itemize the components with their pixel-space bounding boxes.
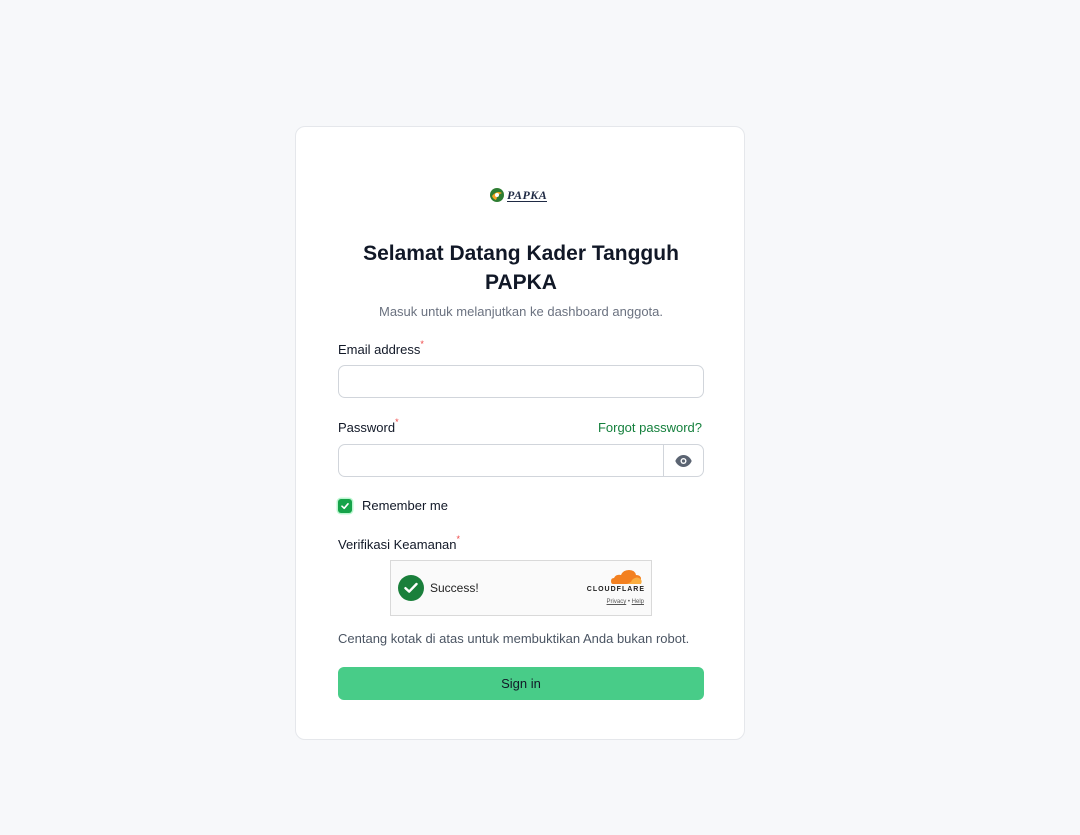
link-separator: • <box>627 599 630 605</box>
turnstile-widget[interactable]: Success! CLOUDFLARE Privacy • Help <box>390 560 652 616</box>
login-card: PAPKA Selamat Datang Kader Tangguh PAPKA… <box>295 126 745 740</box>
email-label-text: Email address <box>338 342 421 357</box>
captcha-links: Privacy • Help <box>607 599 644 605</box>
password-field-wrapper <box>338 444 704 477</box>
success-check-icon <box>398 575 424 601</box>
email-field[interactable] <box>339 366 703 397</box>
remember-me-row: Remember me <box>338 498 448 513</box>
required-mark: * <box>395 417 399 427</box>
required-mark: * <box>456 534 461 544</box>
brand-logo: PAPKA <box>489 187 548 203</box>
password-field[interactable] <box>339 445 663 476</box>
required-mark: * <box>420 339 424 349</box>
sign-in-button[interactable]: Sign in <box>338 667 704 700</box>
page-subtitle: Masuk untuk melanjutkan ke dashboard ang… <box>378 304 664 319</box>
page-title: Selamat Datang Kader Tangguh PAPKA <box>363 242 679 294</box>
checkmark-icon <box>341 502 349 509</box>
eye-icon <box>675 454 692 467</box>
verification-label: Verifikasi Keamanan* <box>338 534 461 552</box>
email-field-wrapper <box>338 365 704 398</box>
privacy-link[interactable]: Privacy <box>607 599 627 605</box>
remember-me-checkbox[interactable] <box>338 498 352 513</box>
show-password-button[interactable] <box>663 445 703 476</box>
verification-label-text: Verifikasi Keamanan <box>338 537 457 552</box>
remember-me-label: Remember me <box>362 498 448 513</box>
password-label-text: Password <box>338 420 396 435</box>
email-label: Email address* <box>338 339 424 357</box>
cloudflare-wordmark: CLOUDFLARE <box>586 586 645 593</box>
captcha-status: Success! <box>430 581 479 595</box>
captcha-hint: Centang kotak di atas untuk membuktikan … <box>338 631 690 646</box>
help-link[interactable]: Help <box>632 599 644 605</box>
cloudflare-cloud-icon <box>611 570 642 584</box>
papka-emblem-icon <box>490 188 504 202</box>
password-label: Password* <box>338 417 399 435</box>
forgot-password-link[interactable]: Forgot password? <box>598 420 702 435</box>
logo-text: PAPKA <box>507 187 548 202</box>
